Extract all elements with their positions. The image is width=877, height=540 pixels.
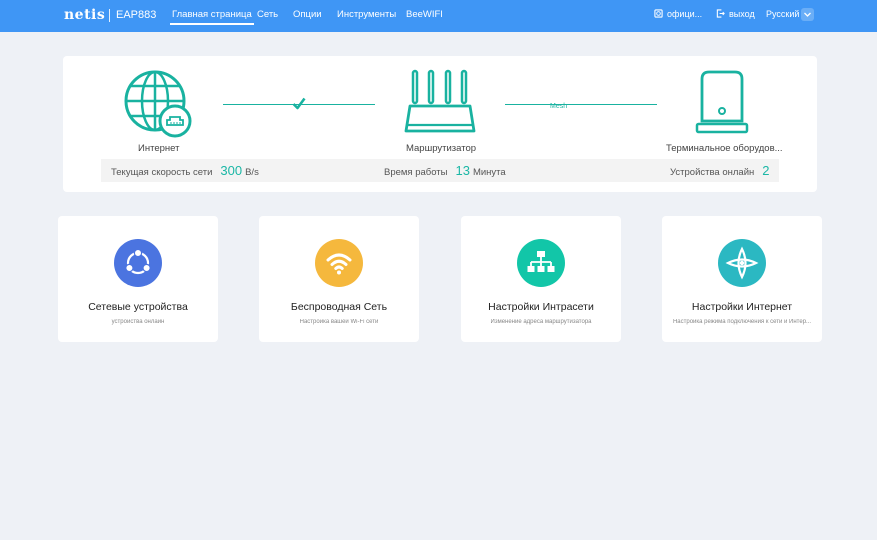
nav-options[interactable]: Опции [293,9,322,20]
model-name: EAP883 [116,9,157,21]
speed-stat: Текущая скорость сети 300 B/s [111,159,259,182]
speed-value: 300 [220,163,243,178]
top-navigation-bar: netis EAP883 Главная страница Сеть Опции… [0,0,877,32]
mesh-link-line [505,104,657,105]
official-site-label: офици... [667,9,703,19]
official-site-icon [654,9,663,18]
card-title: Сетевые устройства [88,301,188,313]
card-title: Настройки Интернет [691,301,793,313]
card-subtitle: устройства онлайн [111,319,165,325]
nav-beewifi[interactable]: BeeWIFI [406,9,443,20]
online-label: Устройства онлайн [670,167,755,178]
terminal-device-icon[interactable] [694,69,750,135]
brand-logo: netis [64,7,106,23]
router-label: Маршрутизатор [406,143,477,154]
mesh-label: Mesh [550,103,568,110]
chevron-down-icon [804,12,811,17]
card-subtitle: Настройка вашей Wi-Fi сети [299,319,379,325]
share-icon [114,239,162,287]
card-title: Настройки Интрасети [488,301,594,313]
nav-network[interactable]: Сеть [257,9,278,20]
nav-tools[interactable]: Инструменты [337,9,396,20]
uptime-value: 13 [455,163,470,178]
language-select[interactable]: Русский [766,9,799,19]
uptime-stat: Время работы 13 Минута [384,159,506,182]
card-subtitle: Настройка режима подключения к сети и Ин… [672,319,812,325]
internet-settings-card[interactable]: Настройки Интернет Настройка режима подк… [662,216,822,342]
uptime-unit: Минута [472,167,506,178]
language-dropdown-button[interactable] [801,8,814,21]
online-devices-stat: Устройства онлайн 2 [670,159,772,182]
wireless-network-card[interactable]: Беспроводная Сеть Настройка вашей Wi-Fi … [259,216,419,342]
card-subtitle: Изменение адреса маршрутизатора [490,319,592,325]
terminal-device-label: Терминальное оборудов... [666,143,783,154]
logout-link[interactable]: выход [716,9,755,19]
logout-label: выход [729,9,755,19]
router-icon[interactable] [404,68,476,136]
card-title: Беспроводная Сеть [290,301,388,313]
lan-icon [517,239,565,287]
connected-check-icon [292,97,306,110]
online-value: 2 [762,163,770,178]
internet-label: Интернет [138,143,180,154]
internet-settings-icon [718,239,766,287]
network-devices-card[interactable]: Сетевые устройства устройства онлайн [58,216,218,342]
lan-settings-card[interactable]: Настройки Интрасети Изменение адреса мар… [461,216,621,342]
nav-home[interactable]: Главная страница [170,9,254,25]
stats-bar: Текущая скорость сети 300 B/s Время работы… [101,159,779,182]
globe-icon[interactable] [124,70,192,138]
speed-unit: B/s [245,167,259,178]
uptime-label: Время работы [384,167,448,178]
wifi-icon [315,239,363,287]
speed-label: Текущая скорость сети [111,167,213,178]
brand-divider [109,9,110,22]
official-site-link[interactable]: офици... [654,9,702,19]
logout-icon [716,9,725,18]
